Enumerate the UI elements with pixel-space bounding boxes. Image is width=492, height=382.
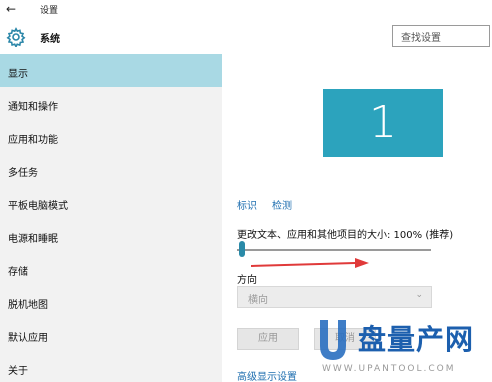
sidebar-item-offline-maps[interactable]: 脱机地图 (0, 285, 222, 318)
sidebar-item-apps-features[interactable]: 应用和功能 (0, 120, 222, 153)
annotation-arrow-icon (251, 258, 369, 268)
chevron-down-icon: ⌄ (415, 290, 423, 300)
sidebar-item-power-sleep[interactable]: 电源和睡眠 (0, 219, 222, 252)
scale-label: 更改文本、应用和其他项目的大小: 100% (推荐) (237, 230, 454, 241)
title-bar: ← 设置 (0, 0, 492, 20)
app-header: 系统 查找设置 (0, 20, 492, 54)
watermark-brand: 盘量产网 (358, 323, 475, 356)
app-name: 系统 (40, 34, 60, 45)
orientation-label: 方向 (237, 275, 257, 286)
watermark-url: WWW.UPANTOOL.COM (322, 364, 456, 374)
sidebar-item-notifications[interactable]: 通知和操作 (0, 87, 222, 120)
search-input[interactable]: 查找设置 (392, 25, 490, 47)
orientation-select[interactable]: 横向 ⌄ (237, 286, 432, 308)
back-arrow-icon[interactable]: ← (6, 1, 24, 17)
orientation-value: 横向 (248, 295, 268, 306)
sidebar-item-tablet-mode[interactable]: 平板电脑模式 (0, 186, 222, 219)
apply-button[interactable]: 应用 (237, 328, 299, 350)
sidebar: 显示 通知和操作 应用和功能 多任务 平板电脑模式 电源和睡眠 存储 脱机地图 … (0, 54, 222, 382)
gear-icon (6, 27, 26, 47)
sidebar-item-multitasking[interactable]: 多任务 (0, 153, 222, 186)
sidebar-item-display[interactable]: 显示 (0, 54, 222, 87)
monitor-tile[interactable]: 1 (323, 89, 443, 157)
watermark-logo-icon (320, 320, 346, 360)
advanced-display-settings-link[interactable]: 高级显示设置 (237, 368, 297, 382)
window-title: 设置 (40, 6, 59, 16)
sidebar-item-storage[interactable]: 存储 (0, 252, 222, 285)
sidebar-item-default-apps[interactable]: 默认应用 (0, 318, 222, 351)
scale-slider-track[interactable] (237, 249, 431, 251)
sidebar-item-about[interactable]: 关于 (0, 351, 222, 382)
detect-link[interactable]: 检测 (272, 197, 292, 212)
identify-link[interactable]: 标识 (237, 197, 257, 212)
scale-slider-thumb[interactable] (239, 241, 245, 257)
